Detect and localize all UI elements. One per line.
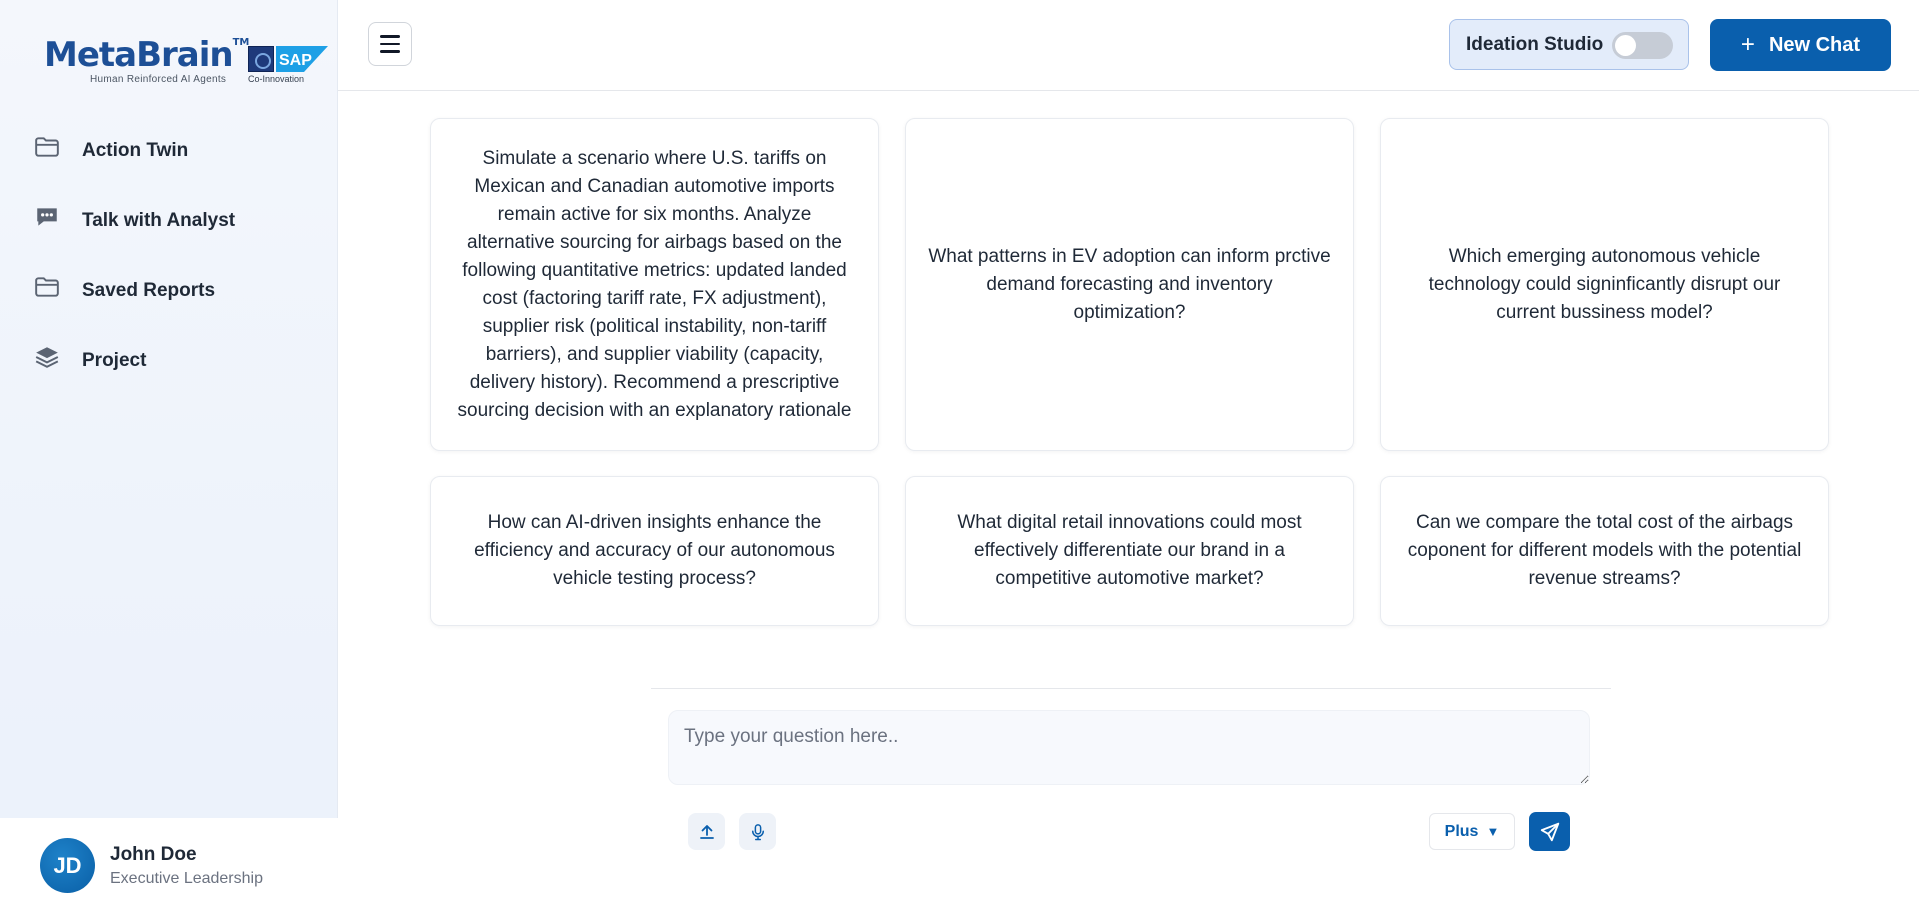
sidebar-item-talk-with-analyst[interactable]: Talk with Analyst xyxy=(0,196,338,266)
suggestion-text: What digital retail innovations could mo… xyxy=(957,512,1302,589)
upload-icon xyxy=(699,824,714,839)
suggestion-text: Simulate a scenario where U.S. tariffs o… xyxy=(457,147,852,421)
suggestion-text: What patterns in EV adoption can inform … xyxy=(928,245,1331,323)
suggestion-card[interactable]: Which emerging autonomous vehicle techno… xyxy=(1380,118,1829,451)
sidebar-item-label: Project xyxy=(82,350,147,371)
metabrain-logo[interactable]: MetaBrainTM Human Reinforced AI Agents S… xyxy=(44,38,334,88)
sap-logo-text: SAP xyxy=(279,52,312,69)
sidebar-item-action-twin[interactable]: Action Twin xyxy=(0,126,338,196)
microphone-button[interactable] xyxy=(739,813,776,850)
suggestion-card[interactable]: What digital retail innovations could mo… xyxy=(905,476,1354,626)
layers-icon xyxy=(35,347,59,368)
composer-divider xyxy=(651,688,1611,689)
sidebar-item-label: Saved Reports xyxy=(82,280,216,301)
new-chat-button[interactable]: + New Chat xyxy=(1710,19,1891,71)
caret-down-icon: ▼ xyxy=(1486,824,1500,839)
menu-line xyxy=(380,50,400,53)
ideation-studio-control: Ideation Studio xyxy=(1449,19,1689,70)
sidebar-item-saved-reports[interactable]: Saved Reports xyxy=(0,266,338,336)
folder-icon xyxy=(35,277,59,297)
suggestion-card[interactable]: What patterns in EV adoption can inform … xyxy=(905,118,1354,451)
sidebar-nav: Action Twin Talk with Analyst Saved Repo… xyxy=(0,126,338,406)
mode-select[interactable]: Plus ▼ xyxy=(1429,813,1515,850)
send-icon xyxy=(1540,822,1559,841)
user-profile[interactable]: JD John Doe Executive Leadership xyxy=(0,818,338,910)
partner-caption: Co-Innovation xyxy=(248,74,305,84)
chat-bubble-icon xyxy=(37,208,57,226)
suggestion-card[interactable]: How can AI-driven insights enhance the e… xyxy=(430,476,879,626)
hamburger-menu-icon[interactable] xyxy=(368,22,412,66)
microphone-icon xyxy=(751,823,764,840)
upload-button[interactable] xyxy=(688,813,725,850)
suggestion-text: How can AI-driven insights enhance the e… xyxy=(474,512,835,589)
sidebar-item-label: Action Twin xyxy=(82,140,189,161)
ideation-studio-toggle[interactable] xyxy=(1612,32,1673,59)
trademark-mark: TM xyxy=(232,37,250,48)
ideation-studio-label: Ideation Studio xyxy=(1466,34,1604,55)
send-button[interactable] xyxy=(1529,812,1570,851)
menu-line xyxy=(380,35,400,38)
menu-line xyxy=(380,42,400,46)
folder-icon xyxy=(35,137,59,157)
suggestion-text: Can we compare the total cost of the air… xyxy=(1407,512,1802,589)
brand-tagline: Human Reinforced AI Agents xyxy=(90,74,227,85)
avatar: JD xyxy=(40,838,95,893)
profile-role: Executive Leadership xyxy=(110,870,263,887)
brand-name: MetaBrainTM xyxy=(44,35,250,75)
sidebar-item-project[interactable]: Project xyxy=(0,336,338,406)
new-chat-label: New Chat xyxy=(1768,33,1861,56)
suggestion-text: Which emerging autonomous vehicle techno… xyxy=(1428,245,1781,323)
sidebar-item-label: Talk with Analyst xyxy=(82,210,236,231)
top-header: Ideation Studio + New Chat xyxy=(338,0,1919,91)
plus-icon: + xyxy=(1740,31,1755,58)
sidebar: MetaBrainTM Human Reinforced AI Agents S… xyxy=(0,0,338,910)
question-input[interactable] xyxy=(668,710,1590,785)
mode-select-value: Plus xyxy=(1444,822,1479,840)
suggestion-card[interactable]: Simulate a scenario where U.S. tariffs o… xyxy=(430,118,879,451)
sap-logo: SAP xyxy=(276,46,328,72)
profile-name: John Doe xyxy=(110,844,197,865)
suggestion-card[interactable]: Can we compare the total cost of the air… xyxy=(1380,476,1829,626)
sap-emblem-icon xyxy=(248,46,274,72)
